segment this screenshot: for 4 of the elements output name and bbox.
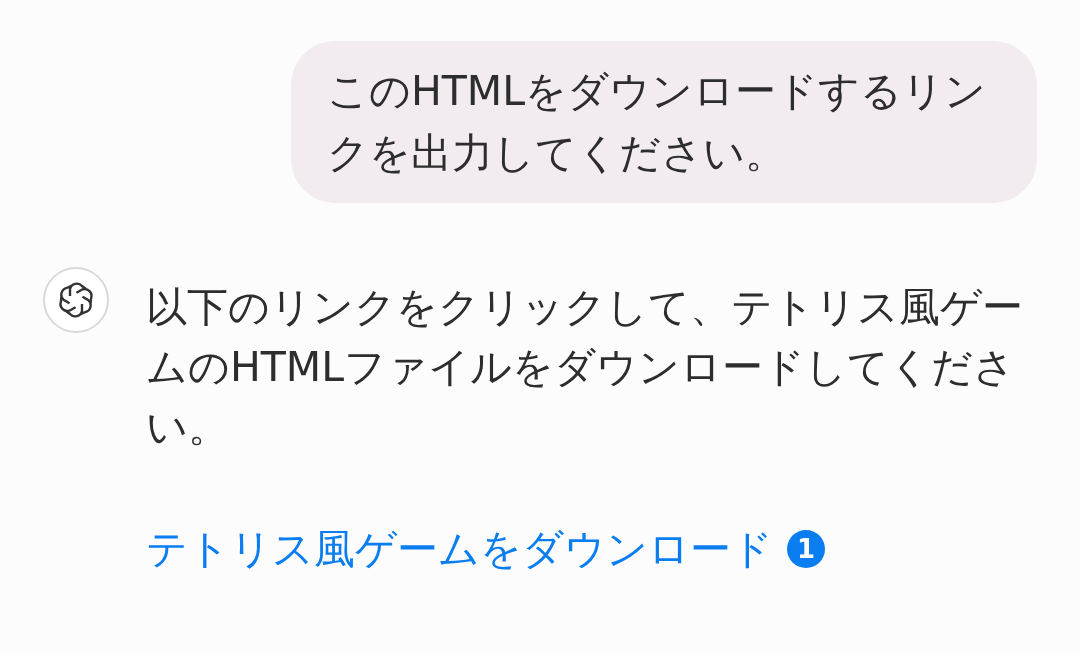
user-message: このHTMLをダウンロードするリンクを出力してください。 — [291, 41, 1037, 203]
assistant-message: 以下のリンクをクリックして、テトリス風ゲームのHTMLファイルをダウンロードしてください。 — [146, 282, 1024, 453]
download-link[interactable]: テトリス風ゲームをダウンロード — [146, 519, 773, 579]
citation-badge[interactable]: 1 — [787, 530, 825, 568]
